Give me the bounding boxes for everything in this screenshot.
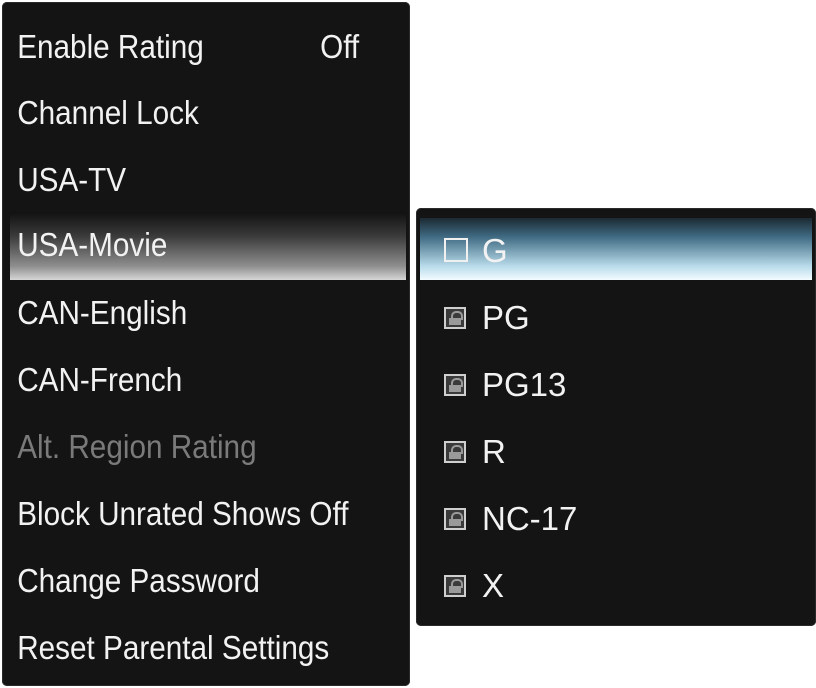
- menu-item-label: USA-TV: [17, 161, 127, 198]
- menu-item-label: Change Password: [17, 562, 260, 599]
- rating-item-g[interactable]: G: [420, 218, 812, 280]
- rating-item-pg[interactable]: PG: [420, 285, 812, 351]
- rating-item-r[interactable]: R: [420, 419, 812, 485]
- menu-item-enable-rating[interactable]: Enable Rating Off: [10, 14, 406, 80]
- rating-submenu-panel: G PG PG13 R NC-17 X: [416, 208, 816, 626]
- menu-item-change-password[interactable]: Change Password: [10, 548, 406, 614]
- lock-icon[interactable]: [444, 307, 466, 329]
- menu-item-label: Alt. Region Rating: [17, 428, 257, 465]
- menu-item-can-french[interactable]: CAN-French: [10, 347, 406, 413]
- menu-item-label: Enable Rating: [17, 28, 204, 65]
- menu-item-channel-lock[interactable]: Channel Lock: [10, 80, 406, 146]
- menu-item-label: USA-Movie: [17, 226, 168, 263]
- lock-icon[interactable]: [444, 441, 466, 463]
- lock-icon[interactable]: [444, 575, 466, 597]
- menu-item-label: CAN-English: [17, 294, 188, 331]
- menu-item-usa-movie[interactable]: USA-Movie: [10, 212, 406, 278]
- rating-label: R: [482, 433, 506, 470]
- menu-item-label: Reset Parental Settings: [17, 629, 330, 666]
- menu-item-can-english[interactable]: CAN-English: [10, 280, 406, 346]
- rating-item-pg13[interactable]: PG13: [420, 352, 812, 418]
- rating-label: NC-17: [482, 500, 578, 537]
- menu-item-alt-region-rating: Alt. Region Rating: [10, 414, 406, 480]
- lock-icon[interactable]: [444, 374, 466, 396]
- enable-rating-value: Off: [320, 28, 360, 65]
- rating-label: X: [482, 567, 505, 604]
- rating-item-nc-17[interactable]: NC-17: [420, 486, 812, 552]
- empty-checkbox-icon[interactable]: [444, 238, 468, 262]
- lock-icon[interactable]: [444, 508, 466, 530]
- rating-label: PG: [482, 299, 530, 336]
- menu-item-label: Block Unrated Shows Off: [17, 495, 349, 532]
- menu-item-label: Channel Lock: [17, 94, 199, 131]
- menu-item-reset-parental-settings[interactable]: Reset Parental Settings: [10, 615, 406, 681]
- rating-label: PG13: [482, 366, 567, 403]
- rating-label: G: [482, 232, 508, 269]
- menu-item-usa-tv[interactable]: USA-TV: [10, 147, 406, 213]
- rating-item-x[interactable]: X: [420, 553, 812, 619]
- parental-menu-panel: Enable Rating Off Channel Lock USA-TV US…: [2, 2, 410, 686]
- menu-item-label: CAN-French: [17, 361, 183, 398]
- menu-item-block-unrated-shows[interactable]: Block Unrated Shows Off: [10, 481, 406, 547]
